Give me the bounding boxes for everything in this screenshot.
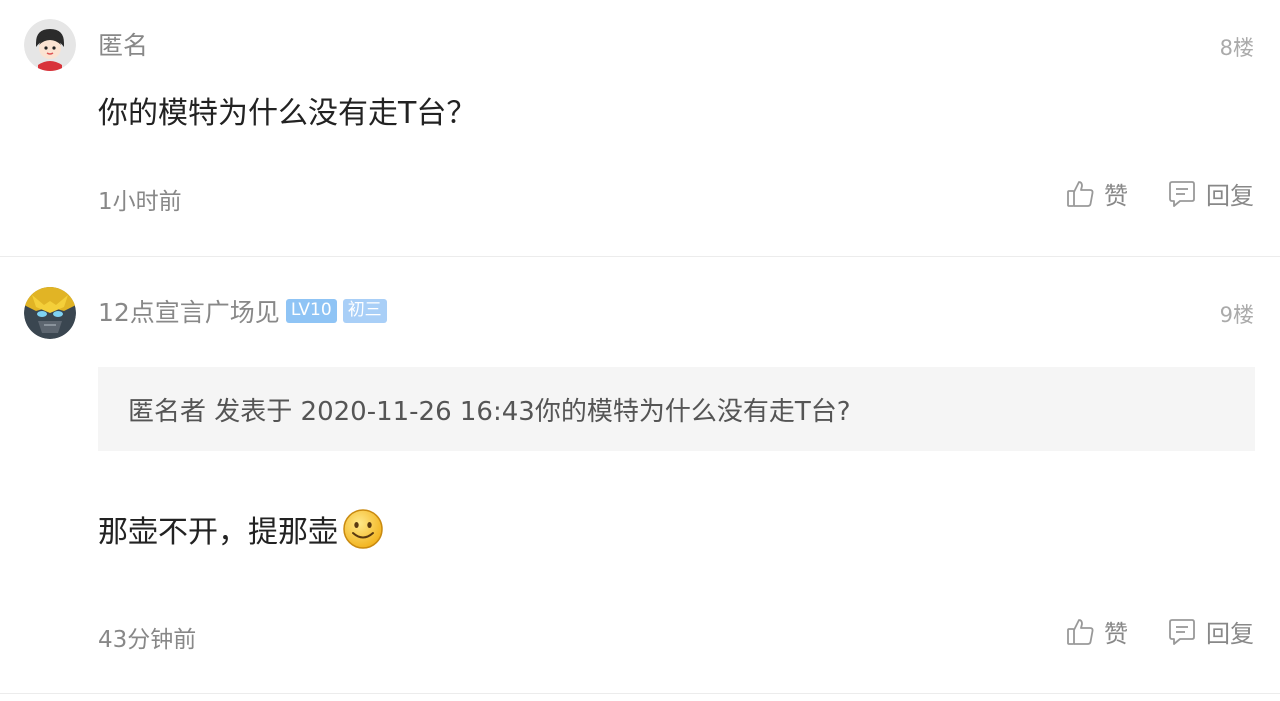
floor-number: 9楼 [1219,303,1254,327]
comment-actions: 赞 回复 [1064,176,1254,211]
like-button[interactable]: 赞 [1064,614,1128,649]
author-name[interactable]: 匿名 [98,26,148,62]
comment-actions: 赞 回复 [1064,614,1254,649]
floor-number: 8楼 [1219,36,1254,60]
like-label: 赞 [1104,620,1128,648]
comment-text: 那壶不开，提那壶 [98,515,338,550]
thumbs-up-icon [1064,616,1096,648]
comment-item: 匿名 8楼 你的模特为什么没有走T台？ 1小时前 赞 回复 [0,0,1280,257]
author-name[interactable]: 12点宣言广场见 [98,293,280,329]
avatar[interactable] [24,287,76,339]
thumbs-up-icon [1064,178,1096,210]
level-badge: LV10 [285,299,337,323]
reply-button[interactable]: 回复 [1166,176,1254,211]
grade-badge: 初三 [342,299,387,323]
reply-label: 回复 [1206,182,1254,210]
author-row: 12点宣言广场见 LV10 初三 [98,293,387,329]
like-button[interactable]: 赞 [1064,176,1128,211]
quoted-comment[interactable]: 匿名者 发表于 2020-11-26 16:43你的模特为什么没有走T台? [98,367,1255,451]
reply-label: 回复 [1206,620,1254,648]
timestamp: 43分钟前 [98,627,197,653]
timestamp: 1小时前 [98,189,182,215]
comment-text: 你的模特为什么没有走T台？ [98,96,477,131]
avatar[interactable] [24,19,76,71]
comment-item: 12点宣言广场见 LV10 初三 9楼 匿名者 发表于 2020-11-26 1… [0,257,1280,694]
smile-emoji-icon [342,508,384,550]
like-label: 赞 [1104,182,1128,210]
comment-icon [1166,616,1198,648]
comment-text-row: 那壶不开，提那壶 [98,507,384,551]
comment-icon [1166,178,1198,210]
reply-button[interactable]: 回复 [1166,614,1254,649]
author-row: 匿名 [98,26,148,62]
